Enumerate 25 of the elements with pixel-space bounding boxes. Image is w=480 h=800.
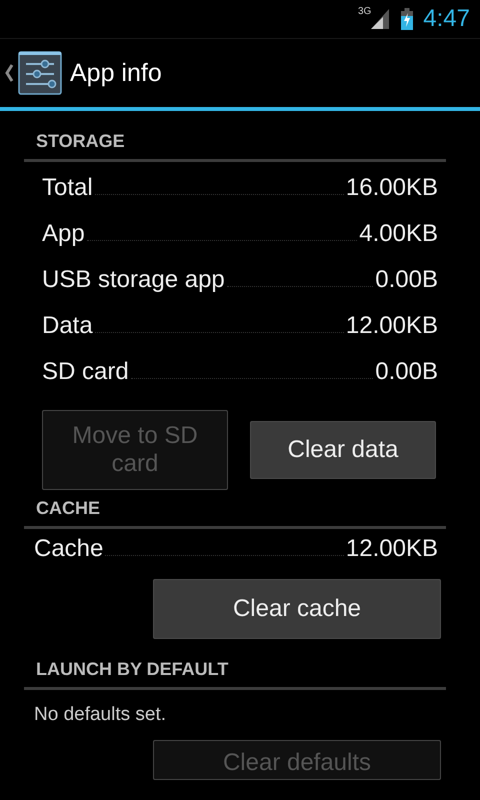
row-value: 0.00B bbox=[375, 266, 438, 294]
signal-icon bbox=[371, 9, 390, 29]
clear-cache-button[interactable]: Clear cache bbox=[153, 579, 441, 639]
battery-charging-icon bbox=[401, 8, 414, 30]
section-header: CACHE bbox=[35, 497, 102, 520]
settings-icon bbox=[18, 51, 62, 95]
row-label: Total bbox=[42, 174, 93, 202]
section-header: LAUNCH BY DEFAULT bbox=[35, 658, 230, 681]
clock: 4:47 bbox=[423, 5, 470, 33]
row-label: App bbox=[42, 220, 85, 248]
row-label: SD card bbox=[42, 358, 129, 386]
row-value: 12.00KB bbox=[346, 312, 438, 340]
row-value: 4.00KB bbox=[359, 220, 438, 248]
row-label: USB storage app bbox=[42, 266, 225, 294]
row-value: 16.00KB bbox=[346, 174, 438, 202]
section-header: STORAGE bbox=[35, 130, 126, 153]
row-label: Cache bbox=[34, 535, 104, 563]
action-button[interactable]: Clear data bbox=[250, 421, 436, 479]
screen-title: App info bbox=[70, 58, 162, 88]
row-value: 0.00B bbox=[375, 358, 438, 386]
chevron-left-icon bbox=[4, 63, 14, 83]
network-type: 3G bbox=[358, 6, 372, 17]
defaults-note: No defaults set. bbox=[33, 703, 168, 727]
row-label: Data bbox=[42, 312, 93, 340]
row-value: 12.00KB bbox=[346, 535, 438, 563]
